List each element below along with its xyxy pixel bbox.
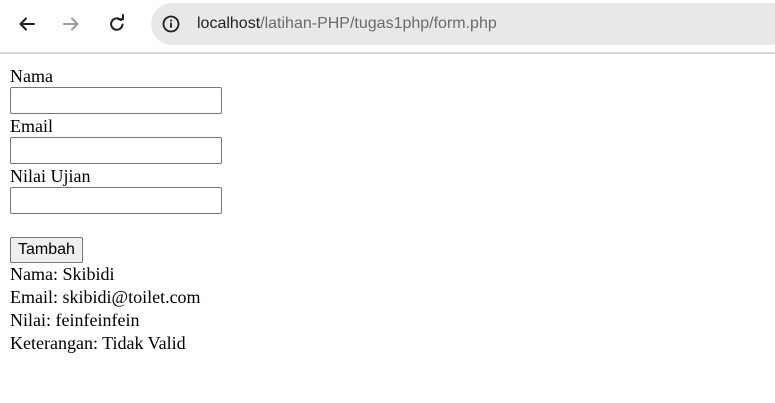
url-text: localhost/latihan-PHP/tugas1php/form.php bbox=[197, 14, 497, 34]
result-email: Email: skibidi@toilet.com bbox=[10, 287, 201, 307]
url-path: /latihan-PHP/tugas1php/form.php bbox=[260, 15, 497, 32]
info-circle-icon[interactable] bbox=[161, 14, 181, 34]
result-nilai: Nilai: feinfeinfein bbox=[10, 310, 140, 330]
reload-icon bbox=[110, 14, 124, 31]
arrow-left-icon bbox=[19, 17, 35, 31]
nilai-ujian-input[interactable] bbox=[10, 187, 222, 214]
page-content: Nama Email Nilai Ujian Tambah Nama: Skib… bbox=[10, 65, 222, 355]
browser-toolbar: localhost/latihan-PHP/tugas1php/form.php bbox=[0, 0, 775, 54]
form-spacer bbox=[10, 215, 222, 237]
url-host: localhost bbox=[197, 15, 261, 32]
address-bar[interactable]: localhost/latihan-PHP/tugas1php/form.php bbox=[151, 3, 775, 45]
result-nama: Nama: Skibidi bbox=[10, 264, 115, 284]
result-keterangan: Keterangan: Tidak Valid bbox=[10, 333, 186, 353]
nilai-ujian-label: Nilai Ujian bbox=[10, 166, 91, 186]
forward-button[interactable] bbox=[55, 8, 87, 40]
tambah-button[interactable]: Tambah bbox=[10, 237, 83, 263]
nama-label: Nama bbox=[10, 66, 53, 86]
reload-button[interactable] bbox=[101, 8, 133, 40]
nama-input[interactable] bbox=[10, 87, 222, 114]
back-button[interactable] bbox=[11, 8, 43, 40]
email-input[interactable] bbox=[10, 137, 222, 164]
arrow-right-icon bbox=[63, 17, 79, 31]
email-label: Email bbox=[10, 116, 53, 136]
